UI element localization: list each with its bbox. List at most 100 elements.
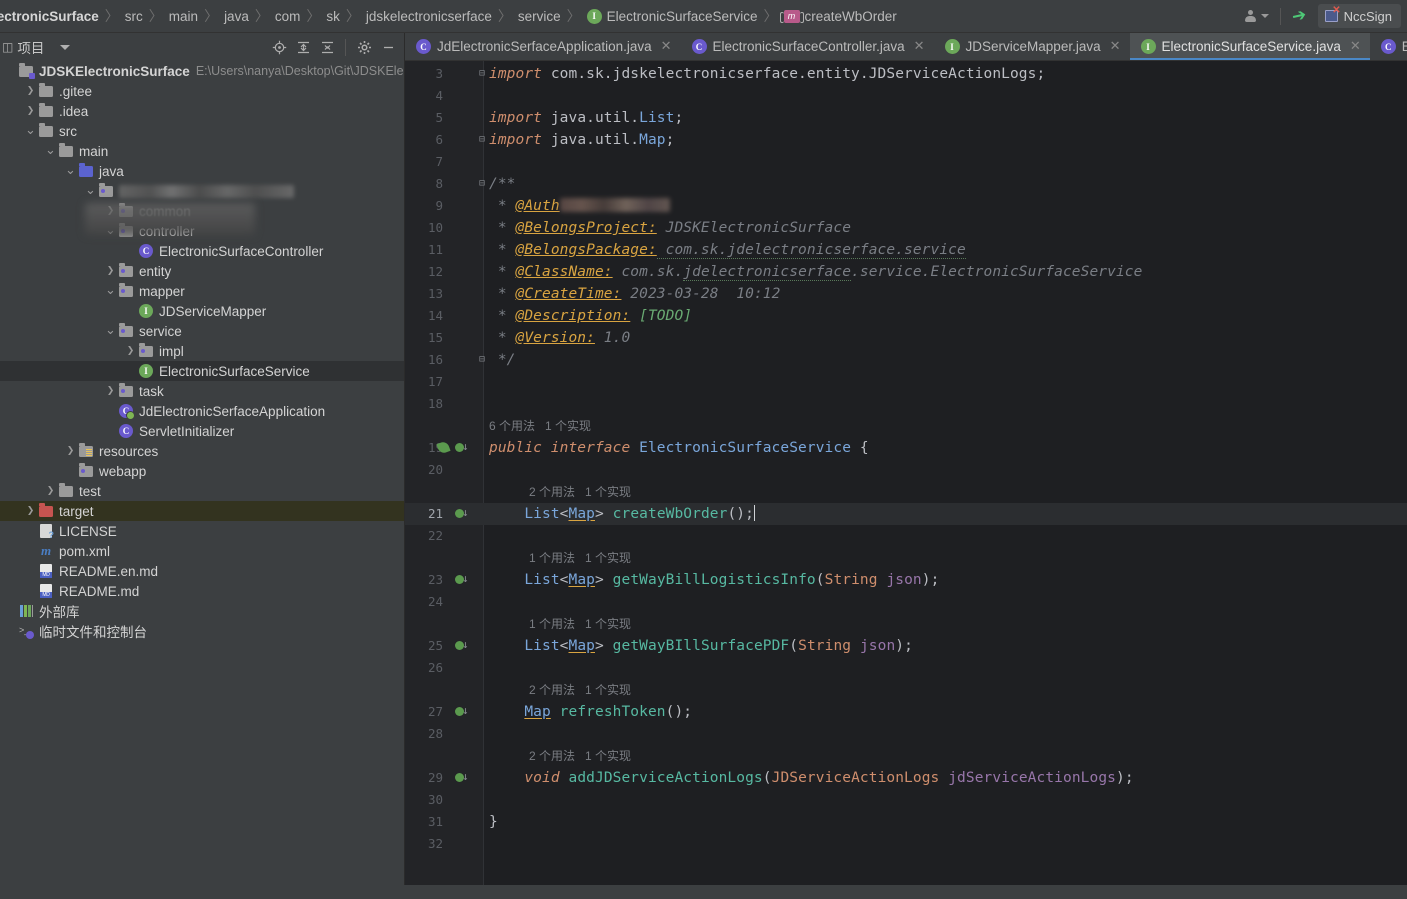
usage-hint[interactable]: 1 个用法 1 个实现 bbox=[529, 613, 631, 635]
chevron-right-icon[interactable]: ❯ bbox=[24, 506, 37, 516]
fold-marker-icon[interactable]: ⊟ bbox=[477, 349, 487, 371]
build-button[interactable]: ➔ bbox=[1286, 4, 1312, 28]
tree-node-readme-en-md[interactable]: README.en.md bbox=[0, 561, 404, 581]
breadcrumb-item-electronicsurfaceservice[interactable]: I ElectronicSurfaceService bbox=[586, 8, 759, 24]
tree-node-entity[interactable]: ❯ entity bbox=[0, 261, 404, 281]
tree-node-impl[interactable]: ❯ impl bbox=[0, 341, 404, 361]
tree-node-pom-xml[interactable]: m pom.xml bbox=[0, 541, 404, 561]
chevron-right-icon[interactable]: ❯ bbox=[44, 486, 57, 496]
hide-panel-icon[interactable] bbox=[377, 36, 399, 58]
chevron-right-icon[interactable]: ❯ bbox=[124, 346, 137, 356]
usage-hint[interactable]: 2 个用法 1 个实现 bbox=[529, 679, 631, 701]
code-editor[interactable]: 3 ⊟ import com.sk.jdskelectronicserface.en… bbox=[405, 61, 1407, 899]
tree-node-service[interactable]: ⌄ service bbox=[0, 321, 404, 341]
chevron-down-icon[interactable] bbox=[60, 44, 71, 50]
breadcrumb-item-main[interactable]: main bbox=[168, 9, 199, 24]
breadcrumb-item-com[interactable]: com bbox=[274, 9, 302, 24]
project-tree[interactable]: JDSKElectronicSurface E:\Users\nanya\Desk… bbox=[0, 61, 404, 899]
tree-node-jdservicemapper[interactable]: I JDServiceMapper bbox=[0, 301, 404, 321]
usage-hint[interactable]: 1 个用法 1 个实现 bbox=[529, 547, 631, 569]
fold-marker-icon[interactable]: ⊟ bbox=[477, 173, 487, 195]
implemented-gutter-icon[interactable] bbox=[455, 507, 469, 520]
chevron-right-icon[interactable]: ❯ bbox=[64, 446, 77, 456]
implemented-gutter-icon[interactable] bbox=[455, 639, 469, 652]
implemented-gutter-icon[interactable] bbox=[455, 771, 469, 784]
chevron-right-icon[interactable]: ❯ bbox=[104, 206, 117, 216]
tree-node-jdelectronicserfaceapplication[interactable]: C JdElectronicSerfaceApplication bbox=[0, 401, 404, 421]
usage-hint[interactable]: 2 个用法 1 个实现 bbox=[529, 745, 631, 767]
project-panel-title-group[interactable]: ◫ 项目 bbox=[2, 37, 71, 57]
tree-node-java[interactable]: ⌄ java bbox=[0, 161, 404, 181]
breadcrumb-item-service[interactable]: service bbox=[517, 9, 562, 24]
tree-node-mapper[interactable]: ⌄ mapper bbox=[0, 281, 404, 301]
tree-node-webapp[interactable]: webapp bbox=[0, 461, 404, 481]
tree-node-electronicsurfaceservice[interactable]: I ElectronicSurfaceService bbox=[0, 361, 404, 381]
chevron-right-icon[interactable]: ❯ bbox=[104, 266, 117, 276]
implemented-gutter-icon[interactable] bbox=[455, 705, 469, 718]
implemented-gutter-icon[interactable] bbox=[455, 573, 469, 586]
ncc-sign-button[interactable]: NccSign bbox=[1317, 4, 1401, 28]
inspection-leaf-icon[interactable] bbox=[438, 442, 450, 454]
tree-node-resources[interactable]: ❯ resources bbox=[0, 441, 404, 461]
usage-hint[interactable]: 2 个用法 1 个实现 bbox=[529, 481, 631, 503]
close-icon[interactable]: ✕ bbox=[1110, 40, 1121, 53]
editor-tab-electronicsurfacecontroller-java[interactable]: C ElectronicSurfaceController.java ✕ bbox=[681, 33, 934, 60]
chevron-down-icon[interactable]: ⌄ bbox=[64, 164, 77, 177]
tree-node-target[interactable]: ❯ target bbox=[0, 501, 404, 521]
usage-hint[interactable]: 6 个用法 1 个实现 bbox=[489, 415, 591, 437]
tree-node--gitee[interactable]: ❯ .gitee bbox=[0, 81, 404, 101]
folder-icon bbox=[37, 122, 55, 137]
editor-tab-electronicsurfaceserviceim[interactable]: C ElectronicSurfaceServiceIm bbox=[1370, 33, 1407, 60]
tree-node-main[interactable]: ⌄ main bbox=[0, 141, 404, 161]
implemented-gutter-icon[interactable] bbox=[455, 441, 469, 454]
close-icon[interactable]: ✕ bbox=[914, 40, 925, 53]
breadcrumb-item-src[interactable]: src bbox=[124, 9, 144, 24]
tree-node-src[interactable]: ⌄ src bbox=[0, 121, 404, 141]
close-icon[interactable]: ✕ bbox=[1350, 40, 1361, 53]
fold-marker-icon[interactable]: ⊟ bbox=[477, 63, 487, 85]
editor-tab-jdelectronicserfaceapplication-java[interactable]: C JdElectronicSerfaceApplication.java ✕ bbox=[405, 33, 681, 60]
chevron-down-icon[interactable]: ⌄ bbox=[104, 284, 117, 297]
chevron-down-icon[interactable]: ⌄ bbox=[24, 124, 37, 137]
user-account-button[interactable] bbox=[1238, 4, 1275, 28]
breadcrumb-item-lectronicsurface[interactable]: lectronicSurface bbox=[0, 9, 100, 24]
tree-node-task[interactable]: ❯ task bbox=[0, 381, 404, 401]
chevron-right-icon[interactable]: ❯ bbox=[24, 86, 37, 96]
chevron-down-icon[interactable]: ⌄ bbox=[104, 324, 117, 337]
collapse-all-icon[interactable] bbox=[316, 36, 338, 58]
tree-node-license[interactable]: LICENSE bbox=[0, 521, 404, 541]
breadcrumb-item-java[interactable]: java bbox=[223, 9, 250, 24]
breadcrumb-item-jdskelectronicserface[interactable]: jdskelectronicserface bbox=[365, 9, 493, 24]
fold-marker-icon[interactable]: ⊟ bbox=[477, 129, 487, 151]
chevron-right-icon[interactable]: ❯ bbox=[24, 106, 37, 116]
tree-node---------[interactable]: 临时文件和控制台 bbox=[0, 621, 404, 641]
tree-node-jdskelectronicsurface[interactable]: JDSKElectronicSurface E:\Users\nanya\Desk… bbox=[0, 61, 404, 81]
tree-node-common[interactable]: ❯ common bbox=[0, 201, 404, 221]
breadcrumb-item-createwborder[interactable]: m createWbOrder bbox=[779, 9, 898, 24]
tree-node-electronicsurfacecontroller[interactable]: C ElectronicSurfaceController bbox=[0, 241, 404, 261]
breadcrumb-item-sk[interactable]: sk bbox=[325, 9, 341, 24]
chevron-down-icon[interactable]: ⌄ bbox=[104, 224, 117, 237]
tree-node-readme-md[interactable]: README.md bbox=[0, 581, 404, 601]
editor-tab-bar[interactable]: C JdElectronicSerfaceApplication.java ✕ C El… bbox=[405, 33, 1407, 61]
breadcrumb-label: sk bbox=[326, 8, 340, 24]
chevron-right-icon[interactable]: ❯ bbox=[104, 386, 117, 396]
close-icon[interactable]: ✕ bbox=[661, 40, 672, 53]
project-window-icon: ◫ bbox=[2, 40, 14, 54]
settings-gear-icon[interactable] bbox=[353, 36, 375, 58]
tree-node-test[interactable]: ❯ test bbox=[0, 481, 404, 501]
tree-node-servletinitializer[interactable]: C ServletInitializer bbox=[0, 421, 404, 441]
locate-icon[interactable] bbox=[268, 36, 290, 58]
line-number: 7 bbox=[435, 154, 443, 169]
line-number: 16 bbox=[427, 352, 443, 367]
chevron-down-icon[interactable]: ⌄ bbox=[44, 144, 57, 157]
tree-node-redacted[interactable]: ⌄ bbox=[0, 181, 404, 201]
tree-node-controller[interactable]: ⌄ controller bbox=[0, 221, 404, 241]
expand-all-icon[interactable] bbox=[292, 36, 314, 58]
line-number: 4 bbox=[435, 88, 443, 103]
editor-tab-jdservicemapper-java[interactable]: I JDServiceMapper.java ✕ bbox=[934, 33, 1130, 60]
tree-node--idea[interactable]: ❯ .idea bbox=[0, 101, 404, 121]
editor-tab-electronicsurfaceservice-java[interactable]: I ElectronicSurfaceService.java ✕ bbox=[1129, 33, 1371, 60]
tree-node----[interactable]: 外部库 bbox=[0, 601, 404, 621]
chevron-down-icon[interactable]: ⌄ bbox=[84, 184, 97, 197]
